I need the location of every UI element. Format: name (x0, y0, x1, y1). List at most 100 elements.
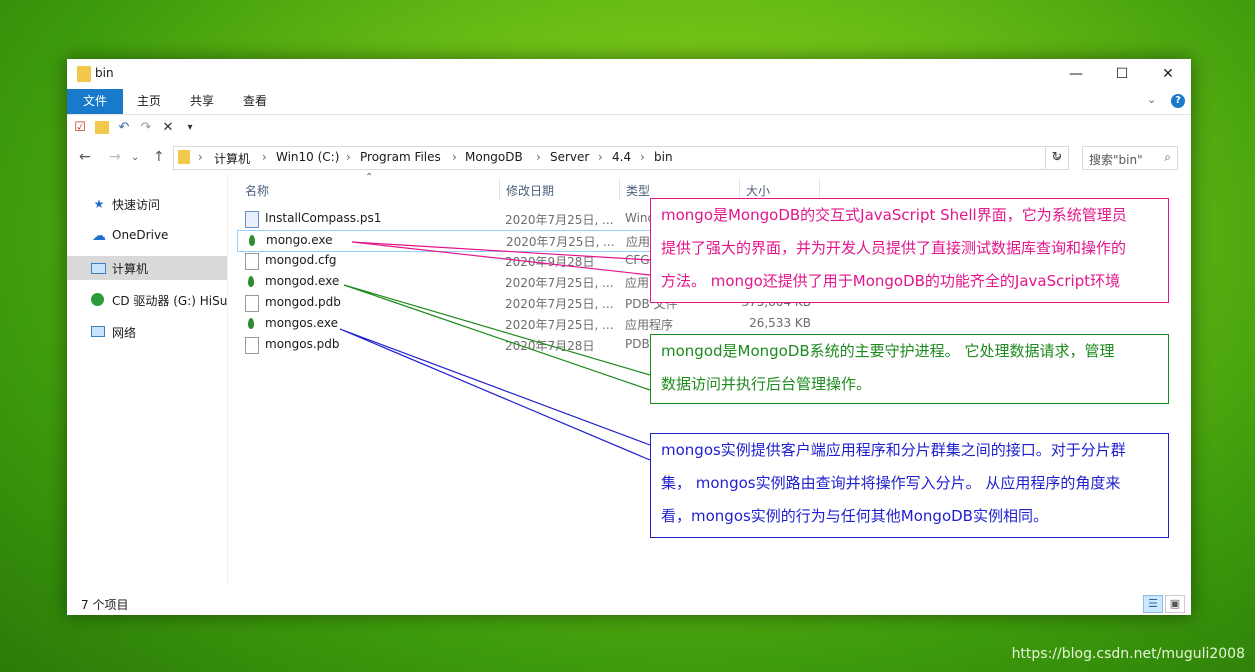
chevron-down-icon[interactable]: ⌄ (1147, 93, 1156, 106)
column-header-date[interactable]: 修改日期 (506, 182, 554, 199)
breadcrumb-server[interactable]: Server (550, 150, 589, 164)
search-box[interactable]: 搜索"bin" ⌕ (1082, 146, 1178, 170)
sidebar-item-label: 快速访问 (112, 198, 161, 212)
column-divider[interactable] (819, 178, 820, 200)
breadcrumb-mongodb[interactable]: MongoDB (465, 150, 523, 164)
column-divider[interactable] (619, 178, 620, 200)
file-date: 2020年7月25日, ... (505, 318, 614, 332)
undo-icon[interactable]: ↶ (117, 121, 131, 135)
tab-file[interactable]: 文件 (67, 89, 123, 114)
file-date: 2020年7月25日, ... (505, 297, 614, 311)
ribbon-tabs: 文件 主页 共享 查看 ⌄ ? (67, 89, 1191, 115)
sidebar-item-quick-access[interactable]: ★ 快速访问 (67, 192, 227, 216)
callout-line: 看，mongos实例的行为与任何其他MongoDB实例相同。 (661, 507, 1048, 525)
tab-home[interactable]: 主页 (129, 89, 169, 114)
quick-access-toolbar: ☑ ↶ ↷ ✕ ▾ (67, 115, 1191, 141)
delete-icon[interactable]: ✕ (161, 121, 175, 135)
breadcrumb-separator: › (598, 150, 603, 164)
file-date: 2020年7月28日 (505, 339, 595, 353)
sidebar-item-label: CD 驱动器 (G:) HiSu (112, 294, 228, 308)
breadcrumb-version[interactable]: 4.4 (612, 150, 631, 164)
document-file-icon (245, 295, 259, 312)
details-view-icon[interactable]: ☰ (1143, 595, 1163, 613)
folder-icon (178, 150, 190, 164)
file-name: mongod.pdb (265, 295, 341, 309)
tab-view[interactable]: 查看 (235, 89, 275, 114)
help-icon[interactable]: ? (1171, 94, 1185, 108)
new-folder-icon[interactable] (95, 121, 109, 134)
sidebar-item-computer[interactable]: 计算机 (67, 256, 227, 280)
navigation-pane: ★ 快速访问 ☁ OneDrive 计算机 CD 驱动器 (G:) HiSu 网… (67, 175, 228, 585)
column-divider[interactable] (499, 178, 500, 200)
file-size: 26,533 KB (749, 316, 811, 330)
breadcrumb-separator: › (452, 150, 457, 164)
maximize-button[interactable]: ☐ (1099, 59, 1145, 89)
mongodb-leaf-icon (248, 318, 254, 329)
computer-icon (91, 263, 106, 274)
file-name: InstallCompass.ps1 (265, 211, 382, 225)
title-bar: bin — ☐ ✕ (67, 59, 1191, 89)
file-date: 2020年7月25日, ... (505, 276, 614, 290)
back-icon[interactable]: ← (79, 149, 91, 165)
cloud-icon: ☁ (92, 228, 106, 244)
callout-line: 数据访问并执行后台管理操作。 (661, 375, 872, 393)
column-header-type[interactable]: 类型 (626, 182, 650, 199)
column-header-name[interactable]: 名称 (245, 182, 269, 199)
refresh-icon[interactable]: ↻ (1045, 146, 1069, 170)
up-icon[interactable]: ↑ (153, 149, 165, 165)
callout-line: 方法。 mongo还提供了用于MongoDB的功能齐全的JavaScript环境 (661, 272, 1121, 290)
breadcrumb-separator: › (536, 150, 541, 164)
close-button[interactable]: ✕ (1145, 59, 1191, 89)
large-icons-view-icon[interactable]: ▣ (1165, 595, 1185, 613)
cd-drive-icon (91, 293, 104, 306)
sidebar-item-label: 计算机 (112, 262, 149, 276)
redo-icon[interactable]: ↷ (139, 121, 153, 135)
file-name: mongos.exe (265, 316, 338, 330)
file-date: 2020年7月25日, ... (506, 235, 615, 249)
breadcrumb-bin[interactable]: bin (654, 150, 673, 164)
sidebar-item-cd-drive[interactable]: CD 驱动器 (G:) HiSu (67, 288, 227, 312)
breadcrumb-program-files[interactable]: Program Files (360, 150, 441, 164)
search-icon[interactable]: ⌕ (1164, 150, 1171, 165)
network-icon (91, 326, 105, 337)
file-type: PDB (625, 337, 650, 351)
column-header-size[interactable]: 大小 (746, 182, 770, 199)
minimize-button[interactable]: — (1053, 59, 1099, 89)
breadcrumb-separator: › (262, 150, 267, 164)
breadcrumb-separator: › (346, 150, 351, 164)
breadcrumb-drive[interactable]: Win10 (C:) (276, 150, 339, 164)
star-icon: ★ (93, 197, 105, 211)
callout-line: 集， mongos实例路由查询并将操作写入分片。 从应用程序的角度来 (661, 474, 1121, 492)
file-type: 应用程序 (625, 318, 674, 332)
customize-toolbar-icon[interactable]: ▾ (183, 121, 197, 135)
forward-icon[interactable]: → (109, 149, 121, 165)
properties-icon[interactable]: ☑ (73, 121, 87, 135)
sidebar-item-network[interactable]: 网络 (67, 320, 227, 344)
file-type: 应用 (625, 276, 650, 290)
file-date: 2020年7月25日, ... (505, 213, 614, 227)
breadcrumb-separator: › (198, 150, 203, 164)
recent-locations-icon[interactable]: ⌄ (131, 152, 139, 163)
callout-line: mongo是MongoDB的交互式JavaScript Shell界面，它为系统… (661, 206, 1127, 224)
mongodb-leaf-icon (248, 276, 254, 287)
file-type: CFG (625, 253, 650, 267)
sidebar-item-label: 网络 (112, 326, 137, 340)
tab-share[interactable]: 共享 (182, 89, 222, 114)
status-item-count: 7 个项目 (81, 598, 129, 612)
file-name: mongod.cfg (265, 253, 337, 267)
breadcrumb-computer[interactable]: 计算机 (214, 150, 250, 167)
watermark: https://blog.csdn.net/muguli2008 (1011, 646, 1245, 662)
callout-mongo: mongo是MongoDB的交互式JavaScript Shell界面，它为系统… (650, 198, 1169, 303)
file-name: mongos.pdb (265, 337, 340, 351)
callout-line: mongos实例提供客户端应用程序和分片群集之间的接口。对于分片群 (661, 441, 1126, 459)
sidebar-item-onedrive[interactable]: ☁ OneDrive (67, 224, 227, 248)
search-input[interactable]: 搜索"bin" (1089, 151, 1143, 168)
navigation-bar: ← → ⌄ ↑ › 计算机 › Win10 (C:) › Program Fil… (67, 143, 1191, 173)
address-bar[interactable]: › 计算机 › Win10 (C:) › Program Files › Mon… (173, 146, 1069, 170)
column-divider[interactable] (739, 178, 740, 200)
table-row[interactable]: mongos.exe 2020年7月25日, ... 应用程序 26,533 K… (237, 314, 817, 334)
breadcrumb-separator: › (640, 150, 645, 164)
sort-ascending-icon: ⌃ (365, 172, 374, 183)
document-file-icon (245, 253, 259, 270)
file-name: mongo.exe (266, 233, 333, 247)
